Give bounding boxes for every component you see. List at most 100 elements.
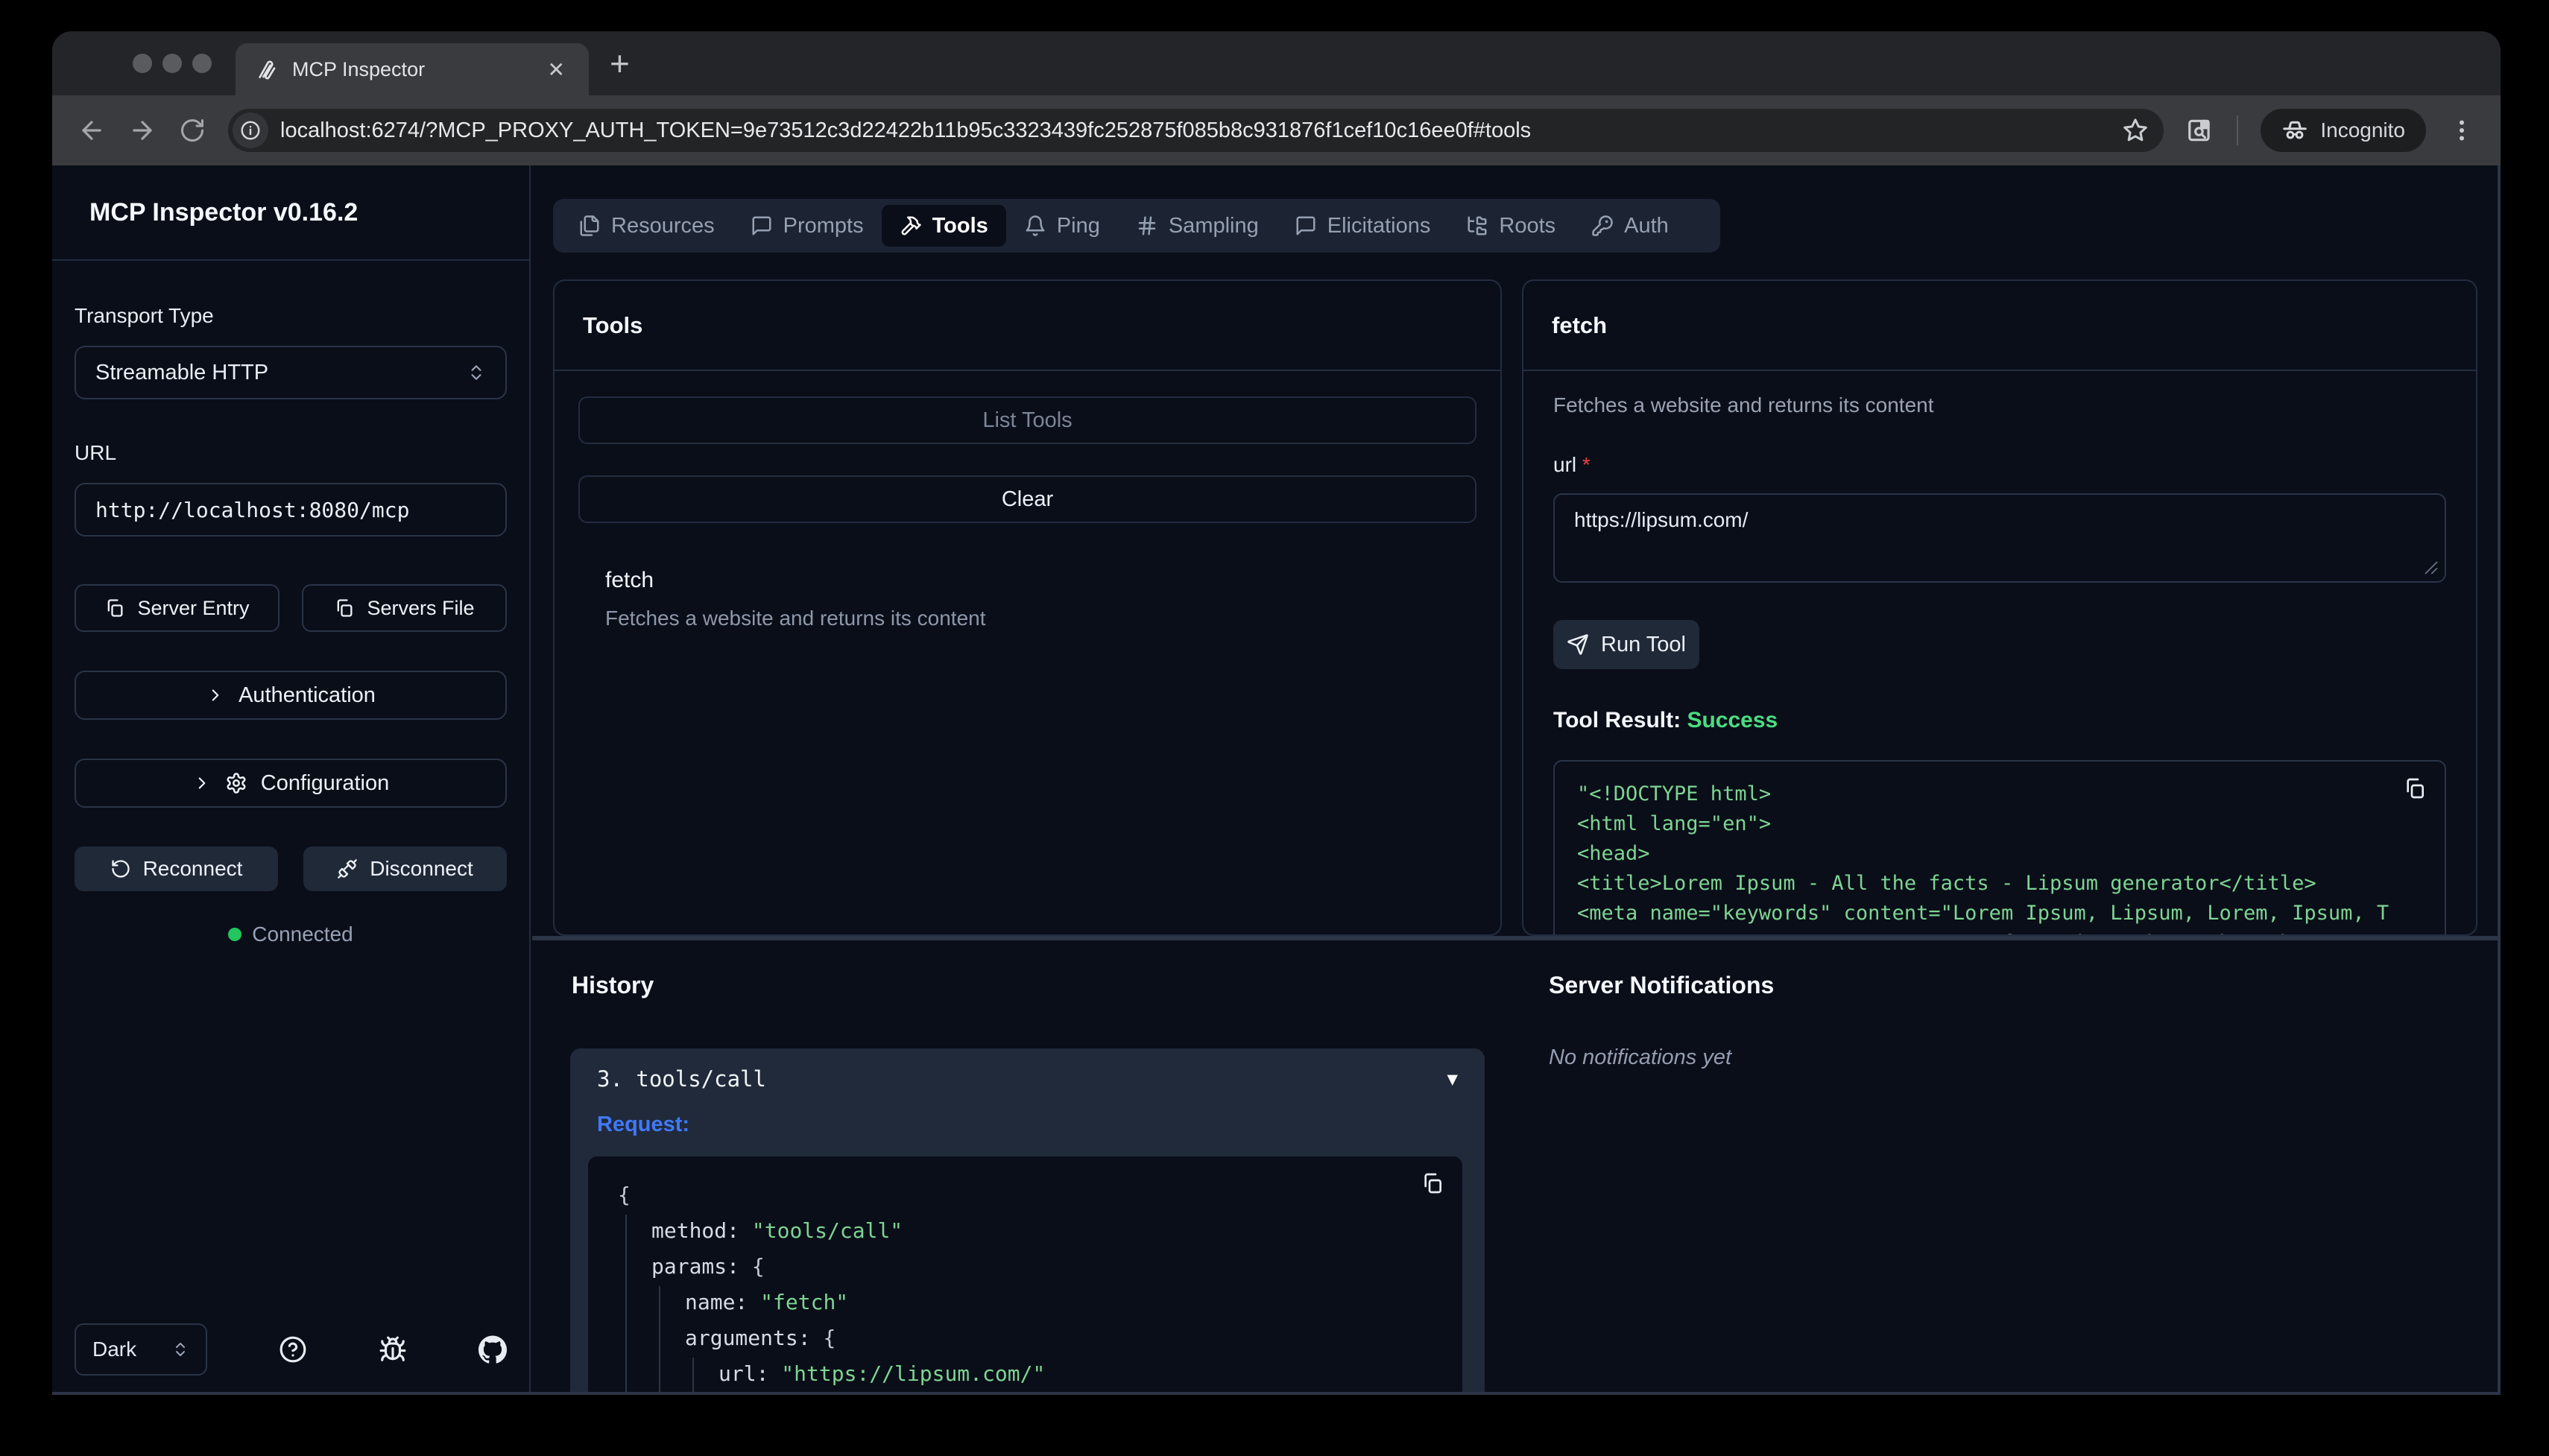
tool-result-output: "<!DOCTYPE html> <html lang="en"> <head>…: [1553, 760, 2446, 936]
servers-file-button[interactable]: Servers File: [302, 584, 507, 632]
tab-close-icon[interactable]: ✕: [543, 57, 569, 82]
mcp-inspector-page: MCP Inspector v0.16.2 Transport Type Str…: [52, 165, 2501, 1395]
tab-label: Auth: [1624, 214, 1669, 238]
tool-detail-description: Fetches a website and returns its conten…: [1553, 393, 2446, 417]
tab-tools[interactable]: Tools: [882, 205, 1006, 247]
tool-detail-panel: fetch Fetches a website and returns its …: [1522, 279, 2477, 936]
server-entry-button[interactable]: Server Entry: [75, 584, 279, 632]
window-bottom-edge: [52, 1392, 2501, 1395]
collapse-triangle-icon[interactable]: ▼: [1447, 1069, 1458, 1089]
window-controls: [133, 54, 212, 73]
gear-icon: [225, 772, 247, 794]
rotate-ccw-icon: [110, 858, 131, 879]
tab-prompts[interactable]: Prompts: [733, 205, 882, 247]
authentication-label: Authentication: [239, 683, 376, 708]
tab-elicitations[interactable]: Elicitations: [1277, 205, 1449, 247]
clear-button[interactable]: Clear: [578, 475, 1476, 523]
url-field-input[interactable]: https://lipsum.com/: [1553, 493, 2446, 583]
search-tabs-icon[interactable]: [2186, 116, 2214, 145]
configuration-label: Configuration: [261, 771, 390, 796]
back-icon[interactable]: [78, 116, 106, 145]
server-url-input[interactable]: http://localhost:8080/mcp: [75, 483, 507, 536]
reconnect-button[interactable]: Reconnect: [75, 846, 278, 891]
json-key: arguments:: [685, 1326, 811, 1350]
incognito-icon: [2281, 117, 2308, 144]
address-bar[interactable]: localhost:6274/?MCP_PROXY_AUTH_TOKEN=9e7…: [228, 109, 2164, 152]
tab-auth[interactable]: Auth: [1573, 205, 1687, 247]
app-title: MCP Inspector v0.16.2: [52, 165, 529, 261]
list-tools-button[interactable]: List Tools: [578, 396, 1476, 444]
tool-list-item[interactable]: fetch Fetches a website and returns its …: [578, 568, 1476, 630]
field-name: url: [1553, 453, 1576, 476]
disconnect-button[interactable]: Disconnect: [303, 846, 507, 891]
browser-menu-icon[interactable]: [2448, 117, 2475, 144]
tab-label: Roots: [1499, 214, 1555, 238]
copy-icon[interactable]: [1421, 1171, 1444, 1195]
json-token: {: [618, 1183, 631, 1207]
browser-toolbar: localhost:6274/?MCP_PROXY_AUTH_TOKEN=9e7…: [52, 95, 2501, 165]
tab-title: MCP Inspector: [292, 58, 530, 81]
browser-window: MCP Inspector ✕ + localhost:6274/?MCP_PR…: [52, 31, 2501, 1395]
history-title: History: [572, 972, 1502, 999]
tab-roots[interactable]: Roots: [1448, 205, 1573, 247]
tab-ping[interactable]: Ping: [1006, 205, 1118, 247]
tools-panel: Tools List Tools Clear fetch Fetches a w…: [553, 279, 1502, 936]
copy-icon[interactable]: [2403, 776, 2427, 800]
site-info-icon[interactable]: [233, 113, 268, 148]
resize-handle-icon[interactable]: [2424, 560, 2439, 575]
tab-label: Tools: [932, 214, 988, 238]
tab-label: Sampling: [1169, 214, 1259, 238]
connected-dot-icon: [228, 928, 241, 941]
message-square-icon: [1295, 215, 1317, 237]
bug-icon[interactable]: [379, 1335, 407, 1364]
new-tab-button[interactable]: +: [602, 40, 637, 86]
hammer-icon: [900, 215, 922, 237]
reconnect-label: Reconnect: [143, 857, 243, 881]
hash-icon: [1136, 215, 1158, 237]
maximize-window-button[interactable]: [192, 54, 212, 73]
tool-result-status: Success: [1687, 708, 1778, 732]
horizontal-scrollbar[interactable]: [532, 936, 2501, 940]
chevrons-up-down-icon: [171, 1341, 189, 1358]
run-tool-label: Run Tool: [1601, 633, 1686, 657]
mcp-logo-icon: [255, 57, 279, 81]
chevron-right-icon: [192, 773, 212, 793]
json-value: "tools/call": [752, 1218, 903, 1243]
transport-type-select[interactable]: Streamable HTTP: [75, 346, 507, 399]
github-icon[interactable]: [478, 1335, 507, 1364]
message-square-icon: [751, 215, 773, 237]
files-icon: [578, 215, 601, 237]
forward-icon[interactable]: [128, 116, 157, 145]
send-icon: [1567, 633, 1589, 656]
url-text[interactable]: localhost:6274/?MCP_PROXY_AUTH_TOKEN=9e7…: [280, 118, 2110, 143]
tab-label: Prompts: [783, 214, 864, 238]
tab-resources[interactable]: Resources: [560, 205, 733, 247]
json-value: "https://lipsum.com/": [781, 1361, 1045, 1386]
server-notifications-title: Server Notifications: [1549, 972, 2471, 999]
theme-select[interactable]: Dark: [75, 1323, 207, 1376]
browser-tab[interactable]: MCP Inspector ✕: [236, 43, 589, 95]
help-icon[interactable]: [279, 1335, 307, 1364]
connection-status-label: Connected: [252, 922, 353, 946]
disconnect-label: Disconnect: [370, 857, 473, 881]
history-entry-header[interactable]: 3. tools/call ▼: [597, 1066, 1458, 1092]
reload-icon[interactable]: [179, 117, 206, 144]
feature-tabs: Resources Prompts Tools Ping Sampling: [553, 199, 1720, 253]
folder-tree-icon: [1466, 215, 1488, 237]
tab-sampling[interactable]: Sampling: [1118, 205, 1277, 247]
server-notifications-panel: Server Notifications No notifications ye…: [1549, 972, 2471, 1070]
request-label: Request:: [597, 1112, 1458, 1137]
bookmark-star-icon[interactable]: [2122, 117, 2149, 144]
tool-result-code: "<!DOCTYPE html> <html lang="en"> <head>…: [1577, 779, 2422, 936]
sidebar: MCP Inspector v0.16.2 Transport Type Str…: [52, 165, 531, 1395]
connection-status: Connected: [75, 922, 507, 946]
vertical-scrollbar[interactable]: [2498, 165, 2501, 1395]
configuration-button[interactable]: Configuration: [75, 759, 507, 808]
minimize-window-button[interactable]: [162, 54, 182, 73]
json-value: "fetch": [760, 1290, 848, 1314]
authentication-button[interactable]: Authentication: [75, 671, 507, 720]
indent-guide: [659, 1286, 660, 1395]
history-panel: History 3. tools/call ▼ Request:: [553, 972, 1502, 1395]
close-window-button[interactable]: [133, 54, 152, 73]
run-tool-button[interactable]: Run Tool: [1553, 620, 1699, 669]
